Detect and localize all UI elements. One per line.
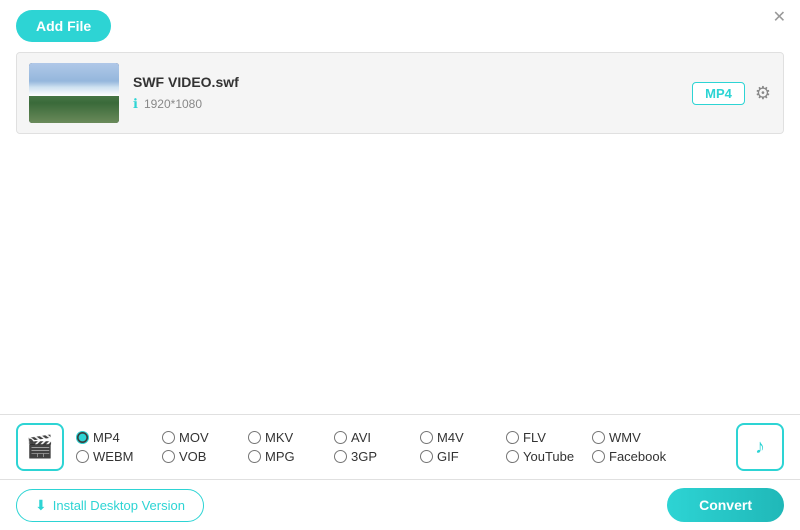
format-option-wmv[interactable]: WMV bbox=[592, 430, 662, 445]
convert-button[interactable]: Convert bbox=[667, 488, 784, 522]
format-options: MP4 MOV MKV AVI M4V bbox=[76, 430, 724, 464]
format-option-gif[interactable]: GIF bbox=[420, 449, 490, 464]
format-row-1: MP4 MOV MKV AVI M4V bbox=[76, 430, 724, 445]
file-list: SWF VIDEO.swf ℹ 1920*1080 MP4 ⚙ bbox=[16, 52, 784, 134]
file-item: SWF VIDEO.swf ℹ 1920*1080 MP4 ⚙ bbox=[17, 53, 783, 133]
info-icon[interactable]: ℹ bbox=[133, 96, 138, 112]
file-meta: ℹ 1920*1080 bbox=[133, 96, 692, 112]
format-option-m4v[interactable]: M4V bbox=[420, 430, 490, 445]
format-option-mov[interactable]: MOV bbox=[162, 430, 232, 445]
format-selector-row: 🎬 MP4 MOV MKV AVI bbox=[0, 415, 800, 479]
file-thumbnail bbox=[29, 63, 119, 123]
format-badge[interactable]: MP4 bbox=[692, 82, 745, 105]
format-option-youtube[interactable]: YouTube bbox=[506, 449, 576, 464]
toolbar: Add File bbox=[0, 0, 800, 52]
music-note-icon: ♪ bbox=[755, 436, 765, 459]
film-icon: 🎬 bbox=[26, 434, 53, 460]
format-option-mpg[interactable]: MPG bbox=[248, 449, 318, 464]
settings-icon[interactable]: ⚙ bbox=[755, 83, 771, 104]
format-option-flv[interactable]: FLV bbox=[506, 430, 576, 445]
footer: ⬇ Install Desktop Version Convert bbox=[0, 479, 800, 530]
format-option-3gp[interactable]: 3GP bbox=[334, 449, 404, 464]
video-format-icon[interactable]: 🎬 bbox=[16, 423, 64, 471]
audio-format-icon[interactable]: ♪ bbox=[736, 423, 784, 471]
add-file-button[interactable]: Add File bbox=[16, 10, 111, 42]
file-name: SWF VIDEO.swf bbox=[133, 74, 692, 90]
main-content bbox=[0, 134, 800, 384]
bottom-panel: 🎬 MP4 MOV MKV AVI bbox=[0, 414, 800, 530]
format-option-mp4[interactable]: MP4 bbox=[76, 430, 146, 445]
format-option-facebook[interactable]: Facebook bbox=[592, 449, 666, 464]
close-button[interactable]: ✕ bbox=[773, 10, 786, 26]
file-info: SWF VIDEO.swf ℹ 1920*1080 bbox=[133, 74, 692, 112]
format-option-vob[interactable]: VOB bbox=[162, 449, 232, 464]
install-desktop-button[interactable]: ⬇ Install Desktop Version bbox=[16, 489, 204, 522]
format-option-mkv[interactable]: MKV bbox=[248, 430, 318, 445]
file-resolution: 1920*1080 bbox=[144, 97, 202, 111]
install-label: Install Desktop Version bbox=[53, 498, 185, 513]
file-actions: MP4 ⚙ bbox=[692, 82, 771, 105]
format-option-webm[interactable]: WEBM bbox=[76, 449, 146, 464]
format-row-2: WEBM VOB MPG 3GP GIF bbox=[76, 449, 724, 464]
format-option-avi[interactable]: AVI bbox=[334, 430, 404, 445]
download-icon: ⬇ bbox=[35, 497, 47, 514]
